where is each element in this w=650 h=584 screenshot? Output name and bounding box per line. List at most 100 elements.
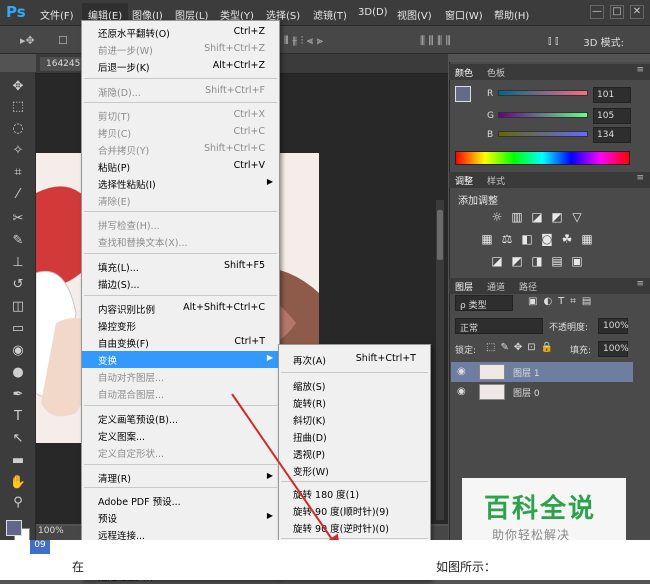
transform-menu-item[interactable]: 旋转 90 度(顺时针)(9): [279, 502, 430, 519]
eyedropper-icon[interactable]: ⁄: [8, 186, 28, 204]
color-swatch-preview[interactable]: [455, 86, 471, 102]
brightness-icon[interactable]: ☼: [490, 210, 504, 224]
edit-menu-item[interactable]: 还原水平翻转(O) Ctrl+Z: [82, 24, 279, 41]
menu-view[interactable]: 视图(V): [397, 7, 432, 22]
red-slider[interactable]: [498, 90, 588, 96]
menu-help[interactable]: 帮助(H): [494, 7, 529, 22]
threshold-icon[interactable]: ◨: [530, 254, 544, 268]
edit-menu-item[interactable]: 粘贴(P) Ctrl+V: [82, 158, 279, 175]
panel-menu-icon[interactable]: ≡: [636, 65, 644, 75]
transform-menu-item[interactable]: 再次(A) Shift+Ctrl+T: [279, 351, 430, 368]
panel-menu-icon[interactable]: ≡: [636, 279, 644, 289]
green-slider[interactable]: [498, 112, 588, 118]
panel-menu-icon[interactable]: ≡: [636, 173, 644, 183]
crop-tool-icon[interactable]: ⌗: [8, 164, 28, 182]
tab-layers[interactable]: 图层: [455, 280, 473, 293]
transform-menu-item[interactable]: 缩放(S): [279, 377, 430, 394]
tab-paths[interactable]: 路径: [519, 280, 537, 293]
distribute-icons[interactable]: ⫼ ⫼ ⫼ ⫼: [420, 34, 451, 48]
blur-tool-icon[interactable]: ◉: [8, 342, 28, 360]
transform-menu-item[interactable]: 旋转 180 度(1): [279, 485, 430, 502]
color-balance-icon[interactable]: ⚖: [500, 232, 514, 246]
exposure-icon[interactable]: ◩: [550, 210, 564, 224]
edit-menu-item[interactable]: 填充(L)... Shift+F5: [82, 258, 279, 275]
blue-value-field[interactable]: 134: [593, 127, 631, 143]
zoom-tool-icon[interactable]: ⚲: [8, 494, 28, 512]
hue-saturation-icon[interactable]: ▦: [480, 232, 494, 246]
pen-tool-icon[interactable]: ✒: [8, 386, 28, 404]
move-tool-icon[interactable]: ✥: [8, 78, 28, 96]
menu-filter[interactable]: 滤镜(T): [313, 7, 347, 22]
color-lookup-icon[interactable]: ▦: [580, 232, 594, 246]
blue-slider[interactable]: [498, 131, 588, 137]
transform-menu-item[interactable]: 变形(W): [279, 462, 430, 479]
path-select-icon[interactable]: ↖: [8, 430, 28, 448]
edit-menu-item[interactable]: 变换 ▶: [82, 351, 279, 368]
minimize-icon[interactable]: —: [590, 5, 604, 19]
edit-menu-item[interactable]: 选择性粘贴(I) ▶: [82, 175, 279, 192]
layer-filter-select[interactable]: ρ 类型: [455, 295, 513, 311]
magic-wand-icon[interactable]: ✧: [8, 142, 28, 160]
transform-menu-item[interactable]: 旋转 90 度(逆时针)(0): [279, 519, 430, 536]
lock-icons[interactable]: ⬚✎✥⊡🔒: [486, 342, 558, 353]
layer-filter-icons[interactable]: ▣◐T⌗▤: [528, 296, 597, 307]
transform-menu-item[interactable]: 斜切(K): [279, 411, 430, 428]
scrollbar-thumb[interactable]: [437, 210, 443, 260]
tab-styles[interactable]: 样式: [487, 174, 505, 187]
menu-3d[interactable]: 3D(D): [358, 7, 388, 18]
layer-row[interactable]: ◉ 图层 1: [451, 362, 633, 382]
menu-file[interactable]: 文件(F): [40, 7, 74, 22]
tab-adjustments[interactable]: 调整: [455, 174, 473, 187]
tab-channels[interactable]: 通道: [487, 280, 505, 293]
black-white-icon[interactable]: ◧: [520, 232, 534, 246]
healing-brush-icon[interactable]: ✂: [8, 210, 28, 228]
document-tab[interactable]: 164245: [40, 57, 87, 71]
edit-menu-item[interactable]: 操控变形: [82, 317, 279, 334]
edit-menu-item[interactable]: 定义画笔预设(B)...: [82, 410, 279, 427]
tab-swatches[interactable]: 色板: [487, 66, 505, 79]
marquee-tool-icon[interactable]: ⬚: [8, 98, 28, 116]
fill-field[interactable]: 100%: [598, 341, 629, 357]
brush-tool-icon[interactable]: ✎: [8, 232, 28, 250]
history-brush-icon[interactable]: ↺: [8, 276, 28, 294]
eraser-tool-icon[interactable]: ◫: [8, 298, 28, 316]
eye-icon[interactable]: ◉: [457, 386, 466, 397]
edit-menu-item[interactable]: 描边(S)...: [82, 275, 279, 292]
menu-window[interactable]: 窗口(W): [445, 7, 483, 22]
dodge-tool-icon[interactable]: ●: [8, 364, 28, 382]
selective-color-icon[interactable]: ▣: [570, 254, 584, 268]
levels-icon[interactable]: ▥: [510, 210, 524, 224]
shape-tool-icon[interactable]: ▬: [8, 452, 28, 470]
gradient-map-icon[interactable]: ▤: [550, 254, 564, 268]
edit-menu-item[interactable]: Adobe PDF 预设...: [82, 492, 279, 509]
edit-menu-item[interactable]: 内容识别比例 Alt+Shift+Ctrl+C: [82, 300, 279, 317]
gradient-tool-icon[interactable]: ▭: [8, 320, 28, 338]
distribute-more-icons[interactable]: ⫾ ⫾: [548, 34, 559, 48]
transform-menu-item[interactable]: 旋转(R): [279, 394, 430, 411]
transform-menu-item[interactable]: 扭曲(D): [279, 428, 430, 445]
auto-select-checkbox[interactable]: ☐: [58, 34, 68, 47]
close-icon[interactable]: ✕: [630, 5, 644, 19]
vibrance-icon[interactable]: ▽: [570, 210, 584, 224]
color-spectrum[interactable]: [455, 151, 630, 165]
hand-tool-icon[interactable]: ✋: [8, 474, 28, 492]
edit-menu-item[interactable]: 清理(R) ▶: [82, 469, 279, 486]
red-value-field[interactable]: 101: [593, 87, 631, 103]
tab-color[interactable]: 颜色: [455, 66, 473, 79]
type-tool-icon[interactable]: T: [8, 408, 28, 426]
lasso-tool-icon[interactable]: ◌: [8, 120, 28, 138]
edit-menu-item[interactable]: 定义图案...: [82, 427, 279, 444]
blend-mode-select[interactable]: 正常: [455, 318, 543, 334]
maximize-icon[interactable]: □: [610, 5, 624, 19]
photo-filter-icon[interactable]: ◙: [540, 232, 554, 246]
transform-menu-item[interactable]: 透视(P): [279, 445, 430, 462]
move-tool-preset-icon[interactable]: ▸✥: [20, 34, 35, 47]
foreground-color-swatch[interactable]: [6, 520, 22, 536]
align-icons[interactable]: ⫴ ⫵ ⫶ ⫷ ⫸: [284, 34, 323, 48]
posterize-icon[interactable]: ◩: [510, 254, 524, 268]
edit-menu-item[interactable]: 后退一步(K) Alt+Ctrl+Z: [82, 58, 279, 75]
edit-menu-item[interactable]: 预设 ▶: [82, 509, 279, 526]
curves-icon[interactable]: ◪: [530, 210, 544, 224]
opacity-field[interactable]: 100%: [598, 318, 629, 334]
eye-icon[interactable]: ◉: [457, 366, 466, 377]
